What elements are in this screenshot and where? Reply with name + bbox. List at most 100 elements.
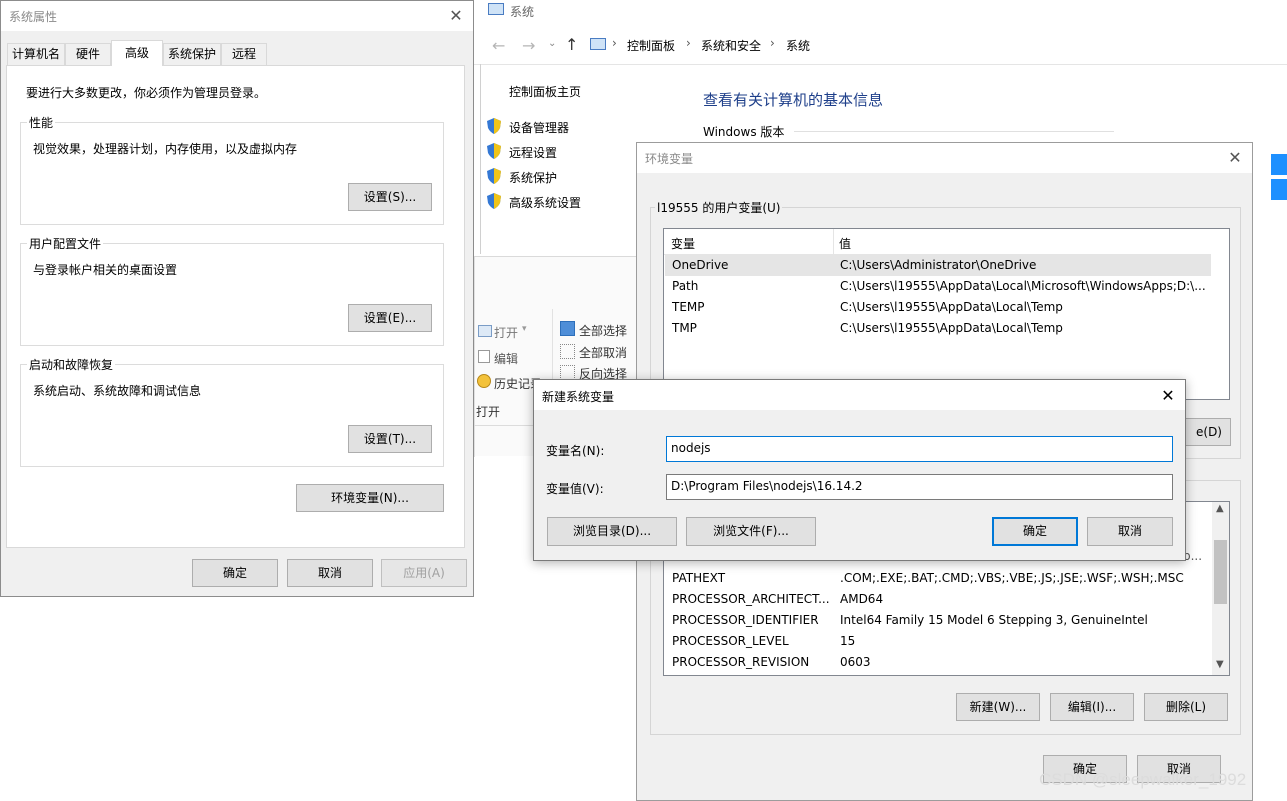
tab-hardware[interactable]: 硬件 <box>65 43 111 65</box>
system-window-titlebar: 系统 <box>474 0 1287 24</box>
watermark: CSDN @sleepwalker_1992 <box>1039 770 1247 789</box>
close-icon[interactable]: ✕ <box>445 5 467 27</box>
delete-button[interactable]: 删除(L) <box>1144 693 1228 721</box>
environment-variables-button[interactable]: 环境变量(N)... <box>296 484 444 512</box>
table-row[interactable]: PROCESSOR_REVISION 0603 <box>665 652 1211 673</box>
edit-button[interactable]: 编辑(I)... <box>1050 693 1134 721</box>
var-value: .COM;.EXE;.BAT;.CMD;.VBS;.VBE;.JS;.JSE;.… <box>840 571 1184 585</box>
browse-directory-button[interactable]: 浏览目录(D)... <box>547 517 677 546</box>
table-row[interactable]: PROCESSOR_ARCHITECT... AMD64 <box>665 589 1211 610</box>
ok-button[interactable]: 确定 <box>192 559 278 587</box>
control-panel-icon <box>590 38 606 50</box>
close-icon[interactable]: ✕ <box>1157 385 1179 407</box>
var-value: 15 <box>840 634 856 648</box>
tab-advanced[interactable]: 高级 <box>111 40 163 66</box>
sidebar-item-protection[interactable]: 系统保护 <box>509 169 557 186</box>
control-panel-home-link[interactable]: 控制面板主页 <box>509 83 581 100</box>
performance-desc: 视觉效果，处理器计划，内存使用，以及虚拟内存 <box>33 142 298 156</box>
table-row[interactable]: OneDrive C:\Users\Administrator\OneDrive <box>665 255 1211 276</box>
variable-value-label: 变量值(V): <box>546 482 604 496</box>
new-var-ok-button[interactable]: 确定 <box>992 517 1078 546</box>
startup-recovery-label: 启动和故障恢复 <box>27 356 116 373</box>
new-button[interactable]: 新建(W)... <box>956 693 1040 721</box>
user-profile-label: 用户配置文件 <box>27 235 104 252</box>
system-window-title: 系统 <box>510 5 535 19</box>
apply-button[interactable]: 应用(A) <box>381 559 467 587</box>
var-value: C:\Users\Administrator\OneDrive <box>840 258 1037 272</box>
shield-icon <box>487 193 501 209</box>
column-header-value[interactable]: 值 <box>839 235 851 252</box>
breadcrumb-system[interactable]: 系统 <box>786 37 810 54</box>
nav-forward-icon[interactable]: → <box>522 36 535 55</box>
new-var-titlebar: 新建系统变量 ✕ <box>534 380 1185 410</box>
ribbon-edit[interactable]: 编辑 <box>494 350 518 367</box>
user-vars-list[interactable]: 变量 值 OneDrive C:\Users\Administrator\OneD… <box>663 228 1230 400</box>
table-row[interactable]: TMP C:\Users\l19555\AppData\Local\Temp <box>665 318 1211 339</box>
var-value: Intel64 Family 15 Model 6 Stepping 3, Ge… <box>840 613 1148 627</box>
variable-value-input[interactable]: D:\Program Files\nodejs\16.14.2 <box>666 474 1173 500</box>
breadcrumb-sep-icon: › <box>612 36 617 50</box>
sidebar-item-remote[interactable]: 远程设置 <box>509 144 557 161</box>
vertical-scrollbar[interactable]: ▲ ▼ <box>1212 502 1229 675</box>
windows-logo-icon <box>1271 154 1287 202</box>
sidebar-item-device-manager[interactable]: 设备管理器 <box>509 119 569 136</box>
sidebar-item-advanced[interactable]: 高级系统设置 <box>509 194 581 211</box>
table-row[interactable]: PATHEXT .COM;.EXE;.BAT;.CMD;.VBS;.VBE;.JS… <box>665 568 1211 589</box>
scroll-thumb[interactable] <box>1214 540 1227 604</box>
scroll-up-icon[interactable]: ▲ <box>1216 503 1224 514</box>
var-name: PROCESSOR_LEVEL <box>672 634 789 648</box>
var-value: AMD64 <box>840 592 884 606</box>
computer-icon <box>488 3 504 15</box>
list-header: 变量 值 <box>664 229 1211 255</box>
nav-dropdown-icon[interactable]: ⌄ <box>548 38 556 49</box>
heading-rule <box>794 131 1114 132</box>
cancel-button[interactable]: 取消 <box>287 559 373 587</box>
var-name: OneDrive <box>672 258 729 272</box>
startup-settings-button[interactable]: 设置(T)... <box>348 425 432 453</box>
page-heading: 查看有关计算机的基本信息 <box>703 91 884 109</box>
table-row[interactable]: Path C:\Users\l19555\AppData\Local\Micros… <box>665 276 1211 297</box>
new-var-cancel-button[interactable]: 取消 <box>1087 517 1173 546</box>
admin-notice: 要进行大多数更改，你必须作为管理员登录。 <box>26 86 267 100</box>
ribbon-select-all[interactable]: 全部选择 <box>579 322 627 339</box>
ribbon-open[interactable]: 打开 <box>494 324 518 341</box>
var-value: 0603 <box>840 655 871 669</box>
browse-file-button[interactable]: 浏览文件(F)... <box>686 517 816 546</box>
new-var-title: 新建系统变量 <box>542 390 615 404</box>
nav-back-icon[interactable]: ← <box>492 36 505 55</box>
column-header-variable[interactable]: 变量 <box>671 235 695 252</box>
scroll-down-icon[interactable]: ▼ <box>1216 659 1224 670</box>
variable-name-input[interactable]: nodejs <box>666 436 1173 462</box>
tab-system-protection[interactable]: 系统保护 <box>163 43 221 65</box>
tab-computer-name[interactable]: 计算机名 <box>7 43 65 65</box>
performance-settings-button[interactable]: 设置(S)... <box>348 183 432 211</box>
select-all-icon <box>560 321 575 336</box>
tab-panel: 要进行大多数更改，你必须作为管理员登录。 性能 视觉效果，处理器计划，内存使用，… <box>6 65 465 548</box>
edit-icon <box>478 350 490 363</box>
table-row[interactable]: PROCESSOR_IDENTIFIER Intel64 Family 15 Mo… <box>665 610 1211 631</box>
address-divider <box>474 64 1287 65</box>
env-vars-titlebar: 环境变量 ✕ <box>637 143 1252 173</box>
history-icon <box>477 374 491 388</box>
user-profile-settings-button[interactable]: 设置(E)... <box>348 304 432 332</box>
var-name: PROCESSOR_REVISION <box>672 655 810 669</box>
breadcrumb-control-panel[interactable]: 控制面板 <box>627 37 675 54</box>
ribbon-group-label: 打开 <box>476 405 501 419</box>
env-vars-title: 环境变量 <box>645 152 694 166</box>
variable-name-label: 变量名(N): <box>546 444 605 458</box>
windows-edition-label: Windows 版本 <box>703 125 785 139</box>
system-properties-titlebar: 系统属性 ✕ <box>1 1 473 31</box>
ribbon-select-none[interactable]: 全部取消 <box>579 344 627 361</box>
performance-label: 性能 <box>27 114 56 131</box>
nav-up-icon[interactable]: ↑ <box>565 35 578 54</box>
breadcrumb-security[interactable]: 系统和安全 <box>701 37 761 54</box>
table-row[interactable]: TEMP C:\Users\l19555\AppData\Local\Temp <box>665 297 1211 318</box>
address-bar[interactable]: › 控制面板 › 系统和安全 › 系统 <box>584 32 1287 58</box>
shield-icon <box>487 118 501 134</box>
performance-group: 性能 视觉效果，处理器计划，内存使用，以及虚拟内存 设置(S)... <box>20 114 444 225</box>
close-icon[interactable]: ✕ <box>1224 147 1246 169</box>
table-row[interactable]: PROCESSOR_LEVEL 15 <box>665 631 1211 652</box>
user-profile-desc: 与登录帐户相关的桌面设置 <box>33 263 178 277</box>
var-name: TEMP <box>672 300 705 314</box>
tab-remote[interactable]: 远程 <box>221 43 267 65</box>
